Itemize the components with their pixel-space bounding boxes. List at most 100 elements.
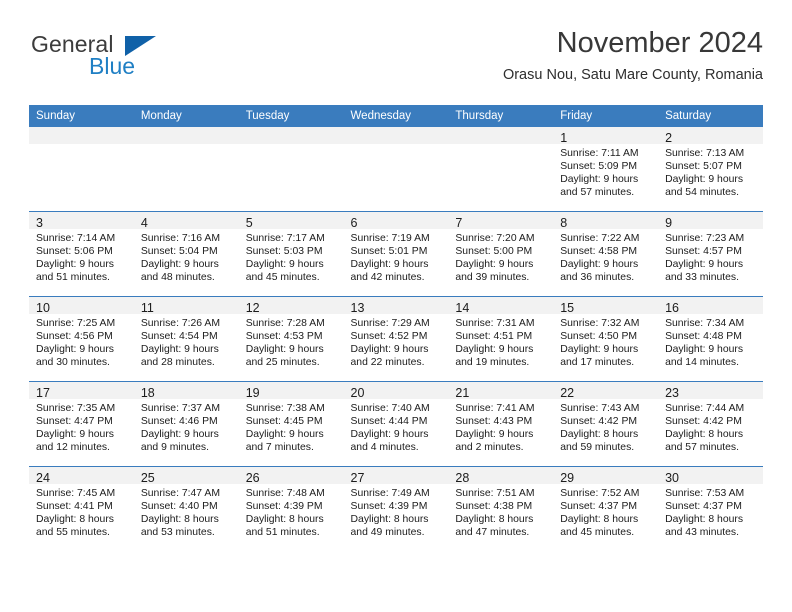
calendar-day-cell[interactable]: 17 Sunrise: 7:35 AM Sunset: 4:47 PM Dayligh…	[29, 381, 134, 467]
daylight-text-line2: and 14 minutes.	[665, 357, 739, 369]
calendar-day-cell[interactable]: 4 Sunrise: 7:16 AM Sunset: 5:04 PM Daylight…	[133, 211, 239, 297]
day-number-band: 7	[448, 212, 554, 230]
calendar-day-cell[interactable]: 28 Sunrise: 7:51 AM Sunset: 4:38 PM Dayligh…	[448, 466, 554, 551]
day-number: 5	[245, 216, 253, 230]
daylight-text-line1: Daylight: 9 hours	[245, 259, 324, 271]
calendar-day-cell[interactable]: 11 Sunrise: 7:26 AM Sunset: 4:54 PM Dayligh…	[133, 296, 239, 382]
calendar-day-cell[interactable]: 27 Sunrise: 7:49 AM Sunset: 4:39 PM Dayligh…	[343, 466, 449, 551]
sunrise-text: Sunrise: 7:32 AM	[560, 318, 640, 329]
calendar-day-cell[interactable]: 6 Sunrise: 7:19 AM Sunset: 5:01 PM Daylight…	[343, 211, 449, 297]
daylight-text-line1: Daylight: 9 hours	[560, 344, 639, 356]
sunrise-text: Sunrise: 7:19 AM	[350, 233, 430, 244]
sunset-text: Sunset: 4:52 PM	[350, 331, 428, 343]
sunrise-text: Sunrise: 7:51 AM	[455, 488, 535, 499]
daylight-text-line2: and 47 minutes.	[455, 527, 530, 539]
sunset-text: Sunset: 5:09 PM	[560, 161, 638, 173]
sunset-text: Sunset: 4:48 PM	[665, 331, 742, 343]
calendar-day-cell[interactable]: 22 Sunrise: 7:43 AM Sunset: 4:42 PM Dayligh…	[553, 381, 659, 467]
day-cell-content: 6 Sunrise: 7:19 AM Sunset: 5:01 PM Daylight…	[343, 212, 449, 296]
day-cell-content: 13 Sunrise: 7:29 AM Sunset: 4:52 PM Dayligh…	[343, 297, 449, 381]
day-number-band: 5	[238, 212, 344, 230]
sunrise-text: Sunrise: 7:49 AM	[350, 488, 430, 499]
daylight-text-line1: Daylight: 9 hours	[665, 259, 744, 271]
calendar-day-cell[interactable]: 2 Sunrise: 7:13 AM Sunset: 5:07 PM Daylight…	[658, 127, 763, 212]
day-number: 8	[560, 216, 568, 230]
day-cell-content: 19 Sunrise: 7:38 AM Sunset: 4:45 PM Dayligh…	[238, 382, 344, 466]
calendar-day-cell[interactable]: 1 Sunrise: 7:11 AM Sunset: 5:09 PM Daylight…	[553, 127, 659, 212]
calendar-day-cell[interactable]: 16 Sunrise: 7:34 AM Sunset: 4:48 PM Dayligh…	[658, 296, 763, 382]
calendar-day-cell[interactable]: 29 Sunrise: 7:52 AM Sunset: 4:37 PM Dayligh…	[553, 466, 659, 551]
day-sun-info: Sunrise: 7:32 AM Sunset: 4:50 PM Daylight:…	[553, 314, 658, 369]
sunset-text: Sunset: 4:39 PM	[350, 501, 428, 513]
calendar-day-cell[interactable]: 5 Sunrise: 7:17 AM Sunset: 5:03 PM Daylight…	[238, 211, 344, 297]
sunrise-text: Sunrise: 7:45 AM	[36, 488, 116, 499]
day-sun-info: Sunrise: 7:28 AM Sunset: 4:53 PM Daylight:…	[239, 314, 344, 369]
calendar-day-cell[interactable]: 19 Sunrise: 7:38 AM Sunset: 4:45 PM Dayligh…	[238, 381, 344, 467]
calendar-day-cell[interactable]: 30 Sunrise: 7:53 AM Sunset: 4:37 PM Dayligh…	[658, 466, 763, 551]
calendar-day-cell[interactable]: 3 Sunrise: 7:14 AM Sunset: 5:06 PM Daylight…	[29, 211, 134, 297]
sunset-text: Sunset: 4:37 PM	[665, 501, 742, 513]
daylight-text-line2: and 43 minutes.	[665, 527, 739, 539]
day-number-band: 4	[133, 212, 239, 230]
calendar-day-cell[interactable]: 13 Sunrise: 7:29 AM Sunset: 4:52 PM Dayligh…	[343, 296, 449, 382]
daylight-text-line2: and 59 minutes.	[560, 442, 635, 454]
day-number: 14	[455, 301, 470, 315]
sunset-text: Sunset: 5:03 PM	[245, 246, 323, 258]
sunrise-text: Sunrise: 7:34 AM	[665, 318, 745, 329]
day-sun-info: Sunrise: 7:19 AM Sunset: 5:01 PM Daylight:…	[344, 229, 449, 284]
calendar-day-cell[interactable]: 21 Sunrise: 7:41 AM Sunset: 4:43 PM Dayligh…	[448, 381, 554, 467]
day-cell-content: 15 Sunrise: 7:32 AM Sunset: 4:50 PM Dayligh…	[553, 297, 659, 381]
daylight-text-line2: and 12 minutes.	[36, 442, 110, 454]
daylight-text-line2: and 57 minutes.	[560, 187, 635, 199]
day-sun-info: Sunrise: 7:44 AM Sunset: 4:42 PM Daylight:…	[658, 399, 763, 454]
daylight-text-line2: and 17 minutes.	[560, 357, 635, 369]
calendar-day-cell[interactable]: 26 Sunrise: 7:48 AM Sunset: 4:39 PM Dayligh…	[238, 466, 344, 551]
calendar-day-cell[interactable]: 7 Sunrise: 7:20 AM Sunset: 5:00 PM Daylight…	[448, 211, 554, 297]
calendar-day-cell[interactable]: 9 Sunrise: 7:23 AM Sunset: 4:57 PM Daylight…	[658, 211, 763, 297]
day-number-band: 13	[343, 297, 449, 315]
daylight-text-line2: and 57 minutes.	[665, 442, 739, 454]
calendar-day-cell[interactable]: 8 Sunrise: 7:22 AM Sunset: 4:58 PM Daylight…	[553, 211, 659, 297]
day-sun-info: Sunrise: 7:45 AM Sunset: 4:41 PM Daylight:…	[29, 484, 134, 539]
sunrise-text: Sunrise: 7:48 AM	[245, 488, 325, 499]
day-cell-content: 30 Sunrise: 7:53 AM Sunset: 4:37 PM Dayligh…	[658, 467, 763, 551]
day-cell-content	[448, 127, 554, 211]
day-cell-content: 21 Sunrise: 7:41 AM Sunset: 4:43 PM Dayligh…	[448, 382, 554, 466]
sunset-text: Sunset: 4:46 PM	[140, 416, 218, 428]
calendar-day-cell[interactable]: 24 Sunrise: 7:45 AM Sunset: 4:41 PM Dayligh…	[29, 466, 134, 551]
sunset-text: Sunset: 4:37 PM	[560, 501, 638, 513]
day-sun-info: Sunrise: 7:13 AM Sunset: 5:07 PM Daylight:…	[658, 144, 763, 199]
day-number: 19	[245, 386, 260, 400]
day-number-band: 8	[553, 212, 659, 230]
calendar-day-cell[interactable]: 14 Sunrise: 7:31 AM Sunset: 4:51 PM Dayligh…	[448, 296, 554, 382]
daylight-text-line2: and 7 minutes.	[245, 442, 314, 454]
day-cell-content: 25 Sunrise: 7:47 AM Sunset: 4:40 PM Dayligh…	[133, 467, 239, 551]
calendar-day-cell[interactable]: 15 Sunrise: 7:32 AM Sunset: 4:50 PM Dayligh…	[553, 296, 659, 382]
calendar-day-cell[interactable]: 12 Sunrise: 7:28 AM Sunset: 4:53 PM Dayligh…	[238, 296, 344, 382]
day-number-band: 3	[29, 212, 134, 230]
day-sun-info: Sunrise: 7:17 AM Sunset: 5:03 PM Daylight:…	[239, 229, 344, 284]
calendar-day-cell[interactable]: 18 Sunrise: 7:37 AM Sunset: 4:46 PM Dayligh…	[133, 381, 239, 467]
daylight-text-line2: and 36 minutes.	[560, 272, 635, 284]
daylight-text-line2: and 42 minutes.	[350, 272, 425, 284]
day-sun-info: Sunrise: 7:20 AM Sunset: 5:00 PM Daylight:…	[448, 229, 553, 284]
day-number: 30	[665, 471, 679, 485]
sunset-text: Sunset: 4:53 PM	[245, 331, 323, 343]
day-cell-content	[343, 127, 449, 211]
day-cell-content: 27 Sunrise: 7:49 AM Sunset: 4:39 PM Dayligh…	[343, 467, 449, 551]
brand-logo[interactable]: General Blue	[29, 28, 219, 86]
day-cell-content	[29, 127, 134, 211]
day-number: 11	[140, 301, 154, 315]
daylight-text-line2: and 22 minutes.	[350, 357, 425, 369]
sunset-text: Sunset: 5:00 PM	[455, 246, 533, 258]
page-title: November 2024	[556, 27, 763, 59]
calendar-day-cell[interactable]: 25 Sunrise: 7:47 AM Sunset: 4:40 PM Dayligh…	[133, 466, 239, 551]
calendar-day-cell[interactable]: 23 Sunrise: 7:44 AM Sunset: 4:42 PM Dayligh…	[658, 381, 763, 467]
daylight-text-line2: and 48 minutes.	[140, 272, 215, 284]
title-block: November 2024 Orasu Nou, Satu Mare Count…	[503, 27, 763, 84]
calendar-day-cell[interactable]: 20 Sunrise: 7:40 AM Sunset: 4:44 PM Dayligh…	[343, 381, 449, 467]
calendar-day-cell[interactable]: 10 Sunrise: 7:25 AM Sunset: 4:56 PM Dayligh…	[29, 296, 134, 382]
sunrise-text: Sunrise: 7:14 AM	[36, 233, 116, 244]
sunrise-text: Sunrise: 7:44 AM	[665, 403, 745, 414]
sunrise-text: Sunrise: 7:20 AM	[455, 233, 535, 244]
